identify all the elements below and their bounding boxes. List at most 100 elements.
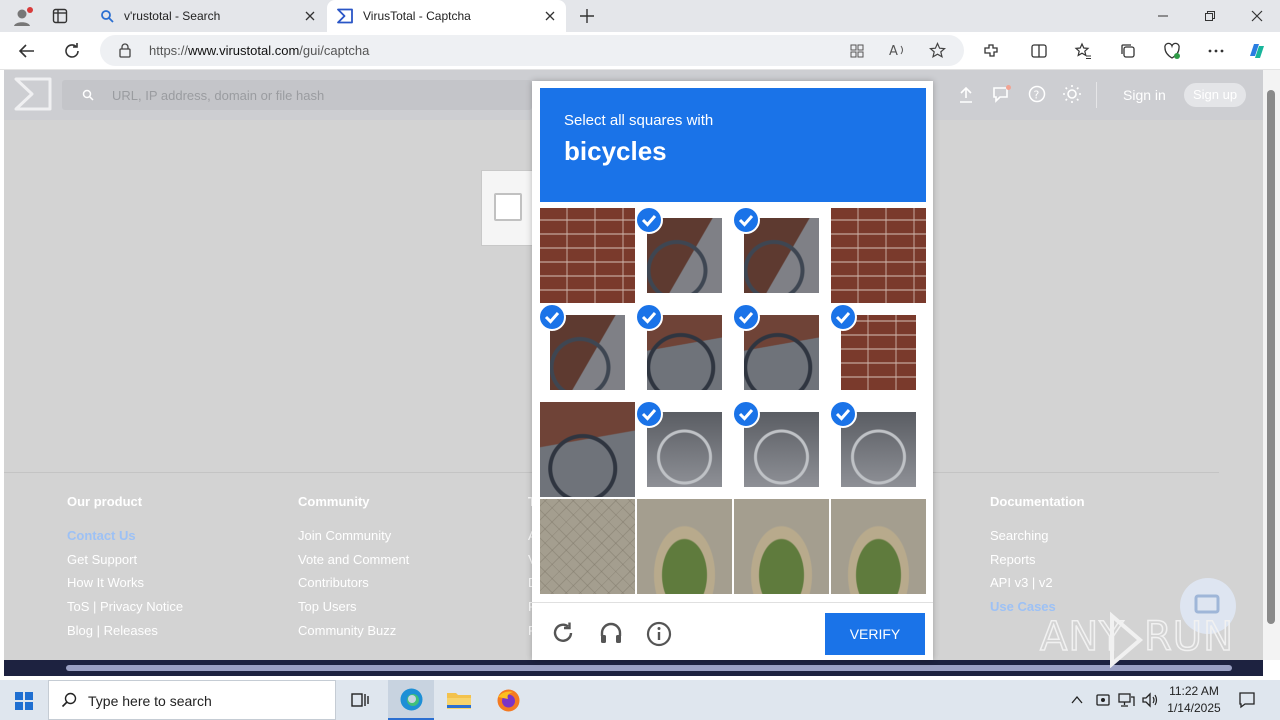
profile-icon[interactable] [12,6,34,28]
url-path: /gui/captcha [299,43,370,58]
browser-essentials-icon[interactable] [1163,42,1181,60]
extensions-icon[interactable] [982,42,1000,60]
system-clock[interactable]: 11:22 AM 1/14/2025 [1163,683,1225,717]
captcha-tile[interactable] [831,402,926,497]
captcha-tile[interactable] [831,305,926,400]
security-tray-icon[interactable] [1095,692,1111,708]
captcha-tile[interactable] [734,402,829,497]
close-tab-icon[interactable] [542,8,558,24]
captcha-footer: VERIFY [532,602,933,660]
back-icon[interactable] [18,42,36,60]
search-icon [82,89,94,101]
footer-link[interactable]: ToS | Privacy Notice [67,595,183,619]
close-window-icon[interactable] [1250,9,1264,23]
app-available-icon[interactable] [849,43,865,59]
header-divider [1096,82,1097,108]
sign-in-link[interactable]: Sign in [1123,87,1166,103]
refresh-icon[interactable] [63,42,81,60]
footer-heading: Community [298,494,370,509]
checkmark-icon [831,305,857,331]
footer-link[interactable]: Contributors [298,571,409,595]
captcha-tile[interactable] [734,499,829,594]
captcha-tile[interactable] [540,305,635,400]
notification-center-icon[interactable] [1238,691,1256,709]
show-hidden-icons-icon[interactable] [1070,693,1084,707]
new-tab-icon[interactable] [579,8,595,24]
theme-toggle-icon[interactable] [1062,84,1082,104]
checkmark-icon [734,305,760,331]
captcha-tile[interactable] [734,208,829,303]
captcha-tile[interactable] [637,499,732,594]
captcha-tile[interactable] [637,305,732,400]
captcha-tile[interactable] [831,499,926,594]
captcha-tile[interactable] [540,499,635,594]
tab-virustotal[interactable]: VirusTotal - Captcha [327,0,566,32]
help-icon[interactable]: ? [1028,85,1046,103]
vertical-scrollbar[interactable] [1263,70,1280,660]
taskbar-search-box[interactable]: Type here to search [48,680,336,720]
upload-icon[interactable] [958,86,974,104]
captcha-checkbox[interactable] [494,193,522,221]
firefox-icon[interactable] [496,688,521,713]
sign-up-button[interactable]: Sign up [1184,83,1246,107]
lock-icon[interactable] [118,43,132,58]
footer-link[interactable]: Top Users [298,595,409,619]
copilot-icon[interactable] [1246,40,1268,62]
reload-icon[interactable] [551,621,575,645]
url-bar[interactable]: https://www.virustotal.com/gui/captcha A [100,35,964,66]
taskbar-edge-app[interactable] [388,680,434,720]
url-text: https://www.virustotal.com/gui/captcha [149,43,369,58]
tab-search[interactable]: v'rustotal - Search [88,0,326,32]
info-icon[interactable] [646,621,672,647]
scrollbar-thumb[interactable] [1267,90,1275,624]
windows-taskbar: Type here to search 11:22 AM 1/14/2025 [0,680,1280,720]
windows-start-icon[interactable] [15,692,33,710]
footer-link[interactable]: Reports [990,548,1085,572]
network-icon[interactable] [1118,692,1135,708]
collections-icon[interactable] [1119,42,1137,60]
checkmark-icon [637,305,663,331]
footer-link[interactable]: Community Buzz [298,619,409,643]
footer-link[interactable]: Blog | Releases [67,619,183,643]
split-screen-icon[interactable] [1030,42,1048,60]
footer-col-community: Community Join Community Vote and Commen… [298,494,409,642]
checkmark-icon [734,208,760,234]
footer-link[interactable]: Vote and Comment [298,548,409,572]
captcha-tile[interactable] [637,402,732,497]
close-tab-icon[interactable] [302,8,318,24]
url-host: www.virustotal.com [188,43,300,58]
notifications-icon[interactable] [992,85,1012,103]
tab-actions-icon[interactable] [52,8,68,24]
file-explorer-icon[interactable] [446,689,472,711]
minimize-icon[interactable] [1156,9,1170,23]
address-toolbar: https://www.virustotal.com/gui/captcha A [0,32,1280,70]
captcha-tile[interactable] [540,402,635,497]
captcha-tile[interactable] [831,208,926,303]
captcha-tile[interactable] [637,208,732,303]
more-options-icon[interactable] [1207,42,1225,60]
audio-challenge-icon[interactable] [598,620,624,646]
vt-search-input[interactable]: URL, IP address, domain or file hash [62,80,532,110]
favorite-star-icon[interactable] [929,42,946,59]
footer-link[interactable]: Contact Us [67,524,183,548]
anyrun-logo-icon: ANY RUN [1039,578,1236,668]
verify-button[interactable]: VERIFY [825,613,925,655]
virustotal-logo-icon[interactable] [14,77,52,111]
captcha-target: bicycles [564,136,667,166]
captcha-tile-image [540,499,635,594]
volume-icon[interactable] [1142,692,1159,708]
captcha-tile[interactable] [734,305,829,400]
footer-link[interactable]: Get Support [67,548,183,572]
captcha-tile[interactable] [540,208,635,303]
captcha-tile-image [831,499,926,594]
footer-link[interactable]: Join Community [298,524,409,548]
task-view-icon[interactable] [350,690,370,710]
taskbar-search-placeholder: Type here to search [88,693,212,709]
checkmark-icon [831,402,857,428]
read-aloud-icon[interactable]: A [889,42,907,58]
footer-link[interactable]: How It Works [67,571,183,595]
captcha-tile-image [637,499,732,594]
favorites-icon[interactable] [1074,42,1092,60]
footer-link[interactable]: Searching [990,524,1085,548]
restore-icon[interactable] [1203,9,1217,23]
